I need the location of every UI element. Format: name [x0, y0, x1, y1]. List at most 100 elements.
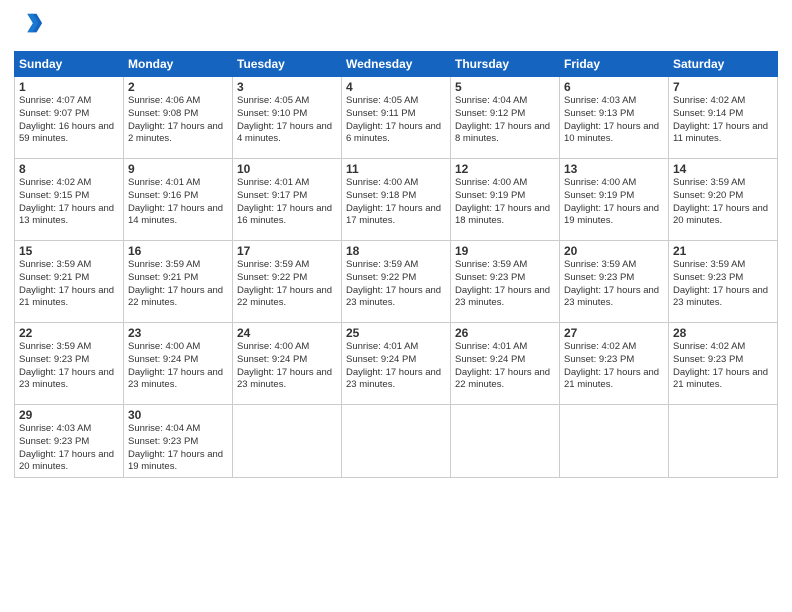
calendar-cell: 29Sunrise: 4:03 AMSunset: 9:23 PMDayligh…: [15, 405, 124, 478]
day-info: Sunrise: 4:06 AMSunset: 9:08 PMDaylight:…: [128, 95, 223, 144]
calendar-cell: 11Sunrise: 4:00 AMSunset: 9:18 PMDayligh…: [342, 159, 451, 241]
day-info: Sunrise: 4:02 AMSunset: 9:23 PMDaylight:…: [564, 341, 659, 390]
weekday-header-monday: Monday: [124, 52, 233, 77]
day-number: 1: [19, 80, 119, 94]
day-info: Sunrise: 4:01 AMSunset: 9:24 PMDaylight:…: [346, 341, 441, 390]
logo: [14, 10, 44, 43]
day-number: 2: [128, 80, 228, 94]
day-number: 24: [237, 326, 337, 340]
day-info: Sunrise: 4:05 AMSunset: 9:11 PMDaylight:…: [346, 95, 441, 144]
calendar-cell: 9Sunrise: 4:01 AMSunset: 9:16 PMDaylight…: [124, 159, 233, 241]
calendar-cell: 16Sunrise: 3:59 AMSunset: 9:21 PMDayligh…: [124, 241, 233, 323]
day-info: Sunrise: 3:59 AMSunset: 9:22 PMDaylight:…: [237, 259, 332, 308]
calendar-cell: 1Sunrise: 4:07 AMSunset: 9:07 PMDaylight…: [15, 77, 124, 159]
day-info: Sunrise: 4:00 AMSunset: 9:19 PMDaylight:…: [564, 177, 659, 226]
day-info: Sunrise: 3:59 AMSunset: 9:22 PMDaylight:…: [346, 259, 441, 308]
day-info: Sunrise: 4:00 AMSunset: 9:24 PMDaylight:…: [128, 341, 223, 390]
day-number: 13: [564, 162, 664, 176]
day-info: Sunrise: 3:59 AMSunset: 9:21 PMDaylight:…: [19, 259, 114, 308]
weekday-header-saturday: Saturday: [669, 52, 778, 77]
calendar-cell: 6Sunrise: 4:03 AMSunset: 9:13 PMDaylight…: [560, 77, 669, 159]
day-number: 10: [237, 162, 337, 176]
calendar-table: SundayMondayTuesdayWednesdayThursdayFrid…: [14, 51, 778, 478]
calendar-cell: 19Sunrise: 3:59 AMSunset: 9:23 PMDayligh…: [451, 241, 560, 323]
calendar-cell: 12Sunrise: 4:00 AMSunset: 9:19 PMDayligh…: [451, 159, 560, 241]
day-number: 22: [19, 326, 119, 340]
weekday-header-wednesday: Wednesday: [342, 52, 451, 77]
weekday-header-tuesday: Tuesday: [233, 52, 342, 77]
day-number: 29: [19, 408, 119, 422]
calendar-cell: 24Sunrise: 4:00 AMSunset: 9:24 PMDayligh…: [233, 323, 342, 405]
day-number: 27: [564, 326, 664, 340]
day-number: 19: [455, 244, 555, 258]
day-info: Sunrise: 3:59 AMSunset: 9:21 PMDaylight:…: [128, 259, 223, 308]
day-info: Sunrise: 4:01 AMSunset: 9:16 PMDaylight:…: [128, 177, 223, 226]
day-number: 17: [237, 244, 337, 258]
day-info: Sunrise: 4:02 AMSunset: 9:15 PMDaylight:…: [19, 177, 114, 226]
day-info: Sunrise: 3:59 AMSunset: 9:23 PMDaylight:…: [673, 259, 768, 308]
day-number: 14: [673, 162, 773, 176]
day-info: Sunrise: 4:02 AMSunset: 9:14 PMDaylight:…: [673, 95, 768, 144]
calendar-cell: 28Sunrise: 4:02 AMSunset: 9:23 PMDayligh…: [669, 323, 778, 405]
calendar-cell: 18Sunrise: 3:59 AMSunset: 9:22 PMDayligh…: [342, 241, 451, 323]
day-number: 11: [346, 162, 446, 176]
logo-icon: [16, 10, 44, 38]
day-info: Sunrise: 3:59 AMSunset: 9:23 PMDaylight:…: [564, 259, 659, 308]
day-info: Sunrise: 4:01 AMSunset: 9:17 PMDaylight:…: [237, 177, 332, 226]
calendar-cell: 15Sunrise: 3:59 AMSunset: 9:21 PMDayligh…: [15, 241, 124, 323]
day-info: Sunrise: 4:03 AMSunset: 9:23 PMDaylight:…: [19, 423, 114, 472]
calendar-cell: 4Sunrise: 4:05 AMSunset: 9:11 PMDaylight…: [342, 77, 451, 159]
day-number: 23: [128, 326, 228, 340]
day-number: 16: [128, 244, 228, 258]
day-number: 4: [346, 80, 446, 94]
calendar-cell: 5Sunrise: 4:04 AMSunset: 9:12 PMDaylight…: [451, 77, 560, 159]
day-info: Sunrise: 4:04 AMSunset: 9:23 PMDaylight:…: [128, 423, 223, 472]
page-header: [14, 10, 778, 43]
day-info: Sunrise: 4:03 AMSunset: 9:13 PMDaylight:…: [564, 95, 659, 144]
calendar-cell: 26Sunrise: 4:01 AMSunset: 9:24 PMDayligh…: [451, 323, 560, 405]
calendar-cell: [451, 405, 560, 478]
day-number: 9: [128, 162, 228, 176]
day-info: Sunrise: 4:00 AMSunset: 9:19 PMDaylight:…: [455, 177, 550, 226]
day-number: 20: [564, 244, 664, 258]
weekday-header-sunday: Sunday: [15, 52, 124, 77]
day-info: Sunrise: 3:59 AMSunset: 9:23 PMDaylight:…: [19, 341, 114, 390]
day-info: Sunrise: 4:00 AMSunset: 9:24 PMDaylight:…: [237, 341, 332, 390]
calendar-cell: 13Sunrise: 4:00 AMSunset: 9:19 PMDayligh…: [560, 159, 669, 241]
calendar-cell: 8Sunrise: 4:02 AMSunset: 9:15 PMDaylight…: [15, 159, 124, 241]
day-info: Sunrise: 4:07 AMSunset: 9:07 PMDaylight:…: [19, 95, 114, 144]
calendar-cell: 14Sunrise: 3:59 AMSunset: 9:20 PMDayligh…: [669, 159, 778, 241]
day-info: Sunrise: 4:00 AMSunset: 9:18 PMDaylight:…: [346, 177, 441, 226]
calendar-cell: 2Sunrise: 4:06 AMSunset: 9:08 PMDaylight…: [124, 77, 233, 159]
calendar-cell: [342, 405, 451, 478]
calendar-cell: 17Sunrise: 3:59 AMSunset: 9:22 PMDayligh…: [233, 241, 342, 323]
calendar-cell: 30Sunrise: 4:04 AMSunset: 9:23 PMDayligh…: [124, 405, 233, 478]
day-info: Sunrise: 4:01 AMSunset: 9:24 PMDaylight:…: [455, 341, 550, 390]
calendar-cell: 25Sunrise: 4:01 AMSunset: 9:24 PMDayligh…: [342, 323, 451, 405]
calendar-cell: 20Sunrise: 3:59 AMSunset: 9:23 PMDayligh…: [560, 241, 669, 323]
day-info: Sunrise: 4:04 AMSunset: 9:12 PMDaylight:…: [455, 95, 550, 144]
weekday-header-thursday: Thursday: [451, 52, 560, 77]
day-number: 8: [19, 162, 119, 176]
day-number: 6: [564, 80, 664, 94]
day-info: Sunrise: 3:59 AMSunset: 9:23 PMDaylight:…: [455, 259, 550, 308]
day-number: 18: [346, 244, 446, 258]
calendar-cell: 7Sunrise: 4:02 AMSunset: 9:14 PMDaylight…: [669, 77, 778, 159]
day-number: 12: [455, 162, 555, 176]
calendar-cell: 23Sunrise: 4:00 AMSunset: 9:24 PMDayligh…: [124, 323, 233, 405]
day-number: 15: [19, 244, 119, 258]
calendar-cell: 27Sunrise: 4:02 AMSunset: 9:23 PMDayligh…: [560, 323, 669, 405]
day-info: Sunrise: 3:59 AMSunset: 9:20 PMDaylight:…: [673, 177, 768, 226]
day-number: 26: [455, 326, 555, 340]
calendar-cell: 21Sunrise: 3:59 AMSunset: 9:23 PMDayligh…: [669, 241, 778, 323]
day-number: 7: [673, 80, 773, 94]
calendar-cell: [560, 405, 669, 478]
day-number: 28: [673, 326, 773, 340]
day-number: 3: [237, 80, 337, 94]
calendar-cell: [669, 405, 778, 478]
day-number: 5: [455, 80, 555, 94]
day-number: 30: [128, 408, 228, 422]
day-number: 21: [673, 244, 773, 258]
calendar-cell: 10Sunrise: 4:01 AMSunset: 9:17 PMDayligh…: [233, 159, 342, 241]
day-number: 25: [346, 326, 446, 340]
